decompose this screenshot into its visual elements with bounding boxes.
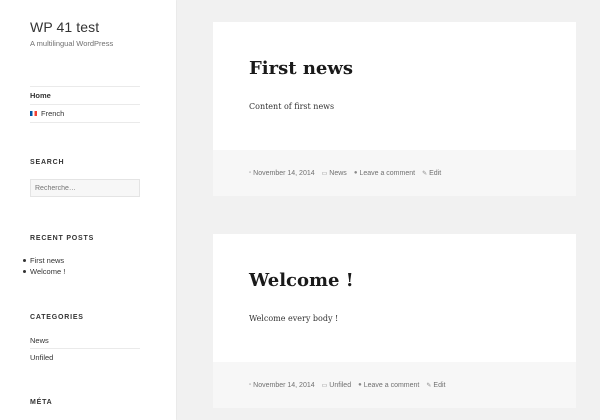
edit-link[interactable]: Edit [429,170,441,177]
edit-link[interactable]: Edit [433,382,445,389]
categories-list: News Unfiled [30,332,140,366]
pencil-icon: ✎ [422,170,428,177]
post-title[interactable]: Welcome ! [249,270,354,291]
post-card: Welcome ! Welcome every body ! ▫ Novembe… [213,234,576,408]
post-content: Welcome every body ! [249,314,339,323]
comment-icon: ● [358,382,362,388]
categories-heading: CATEGORIES [30,314,84,321]
search-input[interactable] [30,179,140,197]
recent-post-link[interactable]: First news [22,255,65,266]
menu-item-label: Home [30,91,51,100]
post-footer: ▫ November 14, 2014 ▭ News ● Leave a com… [213,150,576,196]
site-description: A multilingual WordPress [30,39,114,48]
recent-posts-list: First news Welcome ! [22,255,65,277]
language-menu: Home French [30,86,140,123]
category-link-news[interactable]: News [30,332,140,349]
post-date-link[interactable]: November 14, 2014 [253,382,314,389]
comment-icon: ● [353,170,358,176]
search-heading: SEARCH [30,159,65,166]
calendar-icon: ▫ [249,382,252,388]
post-title[interactable]: First news [249,58,353,79]
folder-icon: ▭ [321,382,328,389]
post-date-link[interactable]: November 14, 2014 [253,170,314,177]
menu-item-label: French [41,109,65,118]
meta-heading: MÉTA [30,399,53,406]
site-title[interactable]: WP 41 test [30,19,99,35]
leave-comment-link[interactable]: Leave a comment [359,170,415,177]
post-category-link[interactable]: Unfiled [329,382,351,389]
sidebar: WP 41 test A multilingual WordPress Home… [0,0,176,420]
leave-comment-link[interactable]: Leave a comment [364,382,420,389]
menu-item-french[interactable]: French [30,105,140,123]
french-flag-icon [30,111,37,116]
folder-icon: ▭ [321,170,328,177]
post-footer: ▫ November 14, 2014 ▭ Unfiled ● Leave a … [213,362,576,408]
category-link-unfiled[interactable]: Unfiled [30,349,140,366]
post-content: Content of first news [249,102,335,111]
pencil-icon: ✎ [426,382,432,389]
recent-post-link[interactable]: Welcome ! [22,266,65,277]
post-card: First news Content of first news ▫ Novem… [213,22,576,196]
recent-posts-heading: RECENT POSTS [30,235,95,242]
menu-item-home[interactable]: Home [30,87,140,105]
post-category-link[interactable]: News [329,170,347,177]
calendar-icon: ▫ [249,170,252,176]
